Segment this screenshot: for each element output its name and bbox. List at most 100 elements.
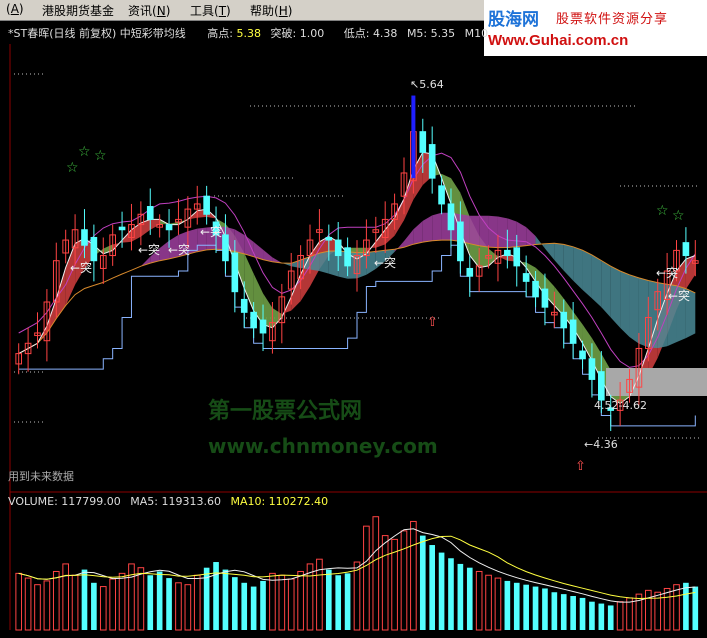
long-band-segment <box>310 253 320 272</box>
candle-body <box>297 255 304 280</box>
volume-bar <box>34 584 41 631</box>
volume-bar <box>475 570 483 631</box>
band-segment <box>122 229 132 243</box>
band-segment <box>488 248 498 266</box>
menu-item-news[interactable]: 资讯(N) <box>128 2 170 19</box>
long-band-segment <box>84 285 94 289</box>
color-bands <box>18 152 707 404</box>
long-band-segment <box>544 243 555 260</box>
long-band-segment <box>103 278 113 283</box>
candle-body <box>654 291 662 311</box>
volume-bar <box>137 567 145 631</box>
candle-body <box>269 322 276 342</box>
candle-body <box>588 358 596 380</box>
volume-bar <box>683 582 689 630</box>
band-segment <box>65 243 76 306</box>
star-icon: ☆ <box>66 160 79 176</box>
volume-bar <box>166 578 172 630</box>
volume-bar <box>560 594 567 630</box>
long-band-segment <box>685 288 696 339</box>
long-band-segment <box>328 250 339 277</box>
annotations: ↖5.644.52-4.62←4.36←突←突 ←突←突←突←突←突☆☆ ☆☆ ☆⇧⇧ <box>66 78 690 474</box>
candle-body <box>410 131 417 182</box>
high-value: 5.38 <box>236 27 262 40</box>
long-band-segment <box>366 251 376 275</box>
volume-value: VOLUME: 117799.00 <box>8 495 121 508</box>
volume-ma10-line <box>18 535 696 600</box>
long-band-segment <box>563 244 574 281</box>
long-band-segment <box>507 218 517 248</box>
candle-body <box>504 249 511 257</box>
ma-short-line <box>18 151 696 405</box>
high-label: 高点: <box>207 27 233 40</box>
band-segment <box>432 154 442 179</box>
band-segment <box>347 247 357 259</box>
volume-bar <box>692 586 699 630</box>
volume-bar <box>118 572 126 631</box>
band-segment <box>497 253 508 261</box>
candle-body <box>344 247 351 267</box>
dotted-gridlines <box>14 73 700 439</box>
volume-header: VOLUME: 117799.00 MA5: 119313.60 MA10: 1… <box>8 495 328 508</box>
band-segment <box>460 192 470 256</box>
menu-item-help[interactable]: 帮助(H) <box>250 2 292 19</box>
candle-body <box>222 234 229 262</box>
star-icon: ☆ <box>94 148 107 164</box>
candle-body <box>175 218 182 223</box>
candle-body <box>522 273 530 282</box>
volume-bar <box>62 563 70 631</box>
star-icon: ☆ <box>672 208 685 224</box>
volume-bar <box>278 574 286 631</box>
volume-bar <box>287 578 295 631</box>
menu-item-tools[interactable]: 工具(T) <box>190 2 231 19</box>
candle-body <box>691 260 699 264</box>
band-segment <box>601 353 611 397</box>
volume-bar <box>381 535 389 631</box>
volume-bar <box>494 577 502 631</box>
volume-bar <box>429 545 435 630</box>
long-band-segment <box>620 271 630 338</box>
candle-body <box>62 239 70 254</box>
candle-body <box>99 255 107 269</box>
band-segment <box>573 311 583 344</box>
m10-label: M10 <box>464 27 489 40</box>
band-segment <box>37 326 47 344</box>
band-segment <box>159 219 170 225</box>
high-price-label: ↖5.64 <box>410 78 444 91</box>
band-segment <box>75 238 85 285</box>
long-band-segment <box>65 294 76 306</box>
band-segment <box>18 348 29 354</box>
long-band-segment <box>93 282 104 286</box>
volume-bar <box>589 601 595 630</box>
menu-item-futures[interactable]: 港股期货基金 <box>42 2 114 19</box>
volume-bar <box>616 601 624 631</box>
band-segment <box>272 308 282 328</box>
long-band-segment <box>253 241 264 260</box>
long-band-segment <box>46 318 57 333</box>
long-band-segment <box>122 270 132 275</box>
band-segment <box>591 338 602 380</box>
candle-body <box>419 131 427 153</box>
band-segment <box>310 241 320 287</box>
candle-body <box>71 229 79 249</box>
candle-body <box>513 247 521 267</box>
volume-bar <box>570 596 576 630</box>
volume-bar <box>109 578 116 631</box>
band-segment <box>187 210 198 220</box>
long-band-segment <box>479 215 489 248</box>
candle-body <box>90 236 98 262</box>
long-band-segment <box>601 260 611 318</box>
menu-item-a[interactable]: (A) <box>6 2 24 16</box>
buy-arrow-icon: ⇧ <box>575 459 586 474</box>
candle-body <box>682 242 690 257</box>
volume-bar <box>372 516 380 631</box>
band-segment <box>441 173 451 204</box>
long-band-segment <box>272 257 282 264</box>
long-band-segment <box>206 226 217 250</box>
candle-body <box>400 172 408 197</box>
long-band-segment <box>18 348 29 354</box>
long-band-segment <box>403 229 414 248</box>
band-segment <box>385 217 395 245</box>
band-segment <box>56 267 66 319</box>
long-band-segment <box>573 246 583 290</box>
